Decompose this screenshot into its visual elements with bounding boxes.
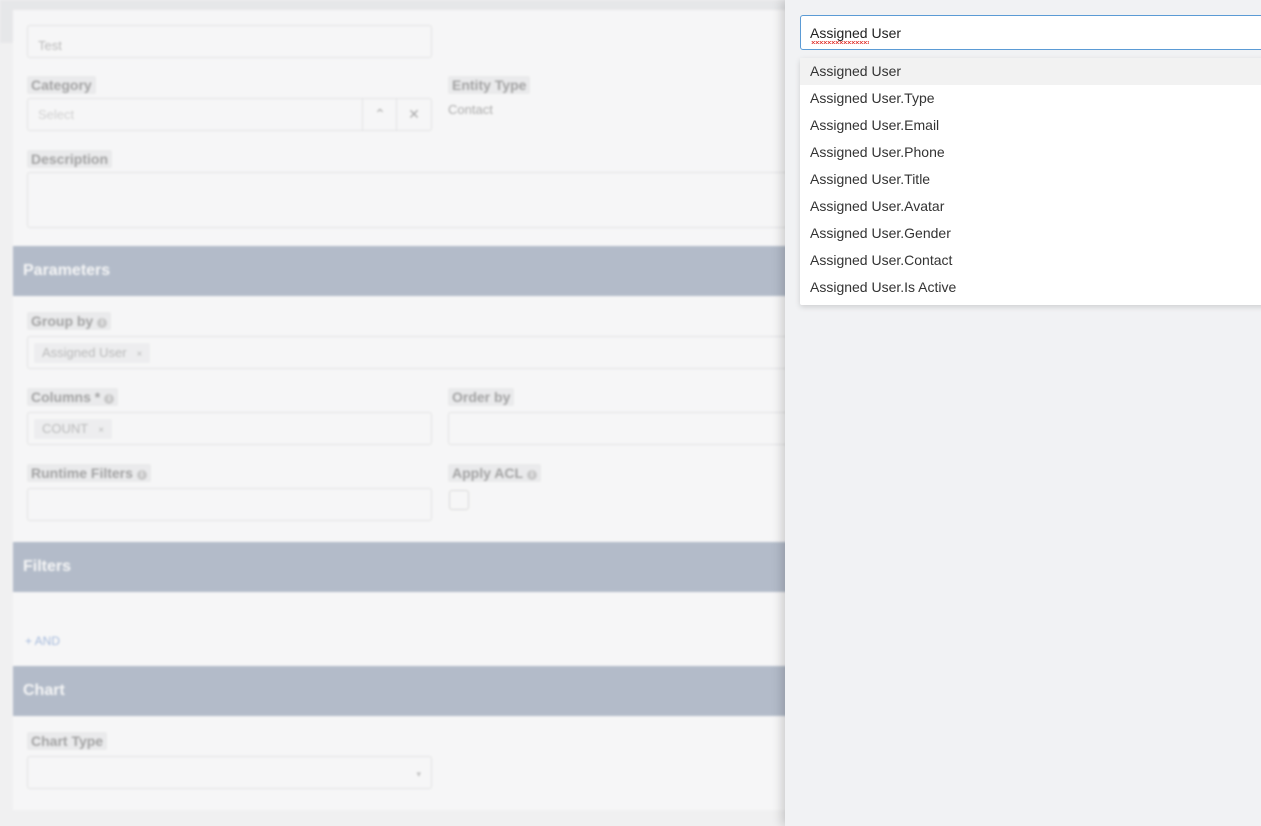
spellcheck-underline	[811, 41, 869, 44]
caret-down-icon: ▾	[416, 769, 421, 779]
info-icon: i	[104, 394, 115, 404]
columns-field[interactable]: COUNT ×	[27, 412, 432, 445]
field-option[interactable]: Assigned User	[800, 58, 1261, 85]
field-picker-panel: Assigned UserAssigned User.TypeAssigned …	[785, 0, 1261, 826]
order-by-label: Order by	[448, 388, 515, 406]
name-value: Test	[38, 38, 62, 53]
field-search-input[interactable]	[810, 16, 1250, 49]
field-option[interactable]: Assigned User.Is Active	[800, 274, 1261, 301]
field-option[interactable]: Assigned User.Type	[800, 85, 1261, 112]
columns-label: Columns * i	[27, 388, 119, 406]
field-option[interactable]: Assigned User.Contact	[800, 247, 1261, 274]
order-by-field[interactable]	[448, 412, 803, 445]
group-by-label: Group by i	[27, 312, 112, 330]
field-option[interactable]: Assigned User.Phone	[800, 139, 1261, 166]
chevron-up-icon[interactable]: ⌃	[362, 99, 397, 130]
field-option[interactable]: Assigned User.Title	[800, 166, 1261, 193]
chart-type-select[interactable]: ▾	[27, 756, 432, 789]
field-option[interactable]: Assigned User.Gender	[800, 220, 1261, 247]
entity-type-value: Contact	[448, 102, 493, 117]
clear-icon[interactable]: ✕	[396, 99, 431, 130]
apply-acl-checkbox[interactable]	[449, 490, 469, 510]
group-by-field[interactable]: Assigned User ×	[27, 336, 803, 369]
field-option[interactable]: Assigned User.Avatar	[800, 193, 1261, 220]
entity-type-label: Entity Type	[448, 76, 531, 94]
description-textarea[interactable]	[27, 172, 803, 228]
info-icon: i	[97, 318, 108, 328]
group-by-chip: Assigned User ×	[34, 343, 151, 363]
field-options-list: Assigned User Assigned User.Type Assigned …	[800, 58, 1261, 305]
add-and-link[interactable]: + AND	[25, 634, 60, 648]
section-chart: Chart	[13, 666, 803, 716]
remove-icon[interactable]: ×	[137, 349, 143, 360]
description-label: Description	[27, 150, 113, 168]
runtime-filters-field[interactable]	[27, 488, 432, 521]
section-parameters: Parameters	[13, 246, 803, 296]
field-search-box[interactable]	[800, 15, 1261, 50]
info-icon: i	[136, 470, 147, 480]
remove-icon[interactable]: ×	[98, 425, 104, 436]
category-select[interactable]: Select ⌃ ✕	[27, 98, 432, 131]
category-placeholder: Select	[38, 107, 75, 122]
field-option[interactable]: Assigned User.Email	[800, 112, 1261, 139]
info-icon: i	[527, 470, 538, 480]
section-filters: Filters	[13, 542, 803, 592]
category-label: Category	[27, 76, 96, 94]
report-form-panel: Test Category Select ⌃ ✕ Entity Type Con…	[13, 10, 803, 810]
runtime-filters-label: Runtime Filters i	[27, 464, 151, 482]
chart-type-label: Chart Type	[27, 732, 108, 750]
apply-acl-label: Apply ACL i	[448, 464, 542, 482]
columns-chip: COUNT ×	[34, 419, 113, 439]
name-field[interactable]: Test	[27, 25, 432, 58]
